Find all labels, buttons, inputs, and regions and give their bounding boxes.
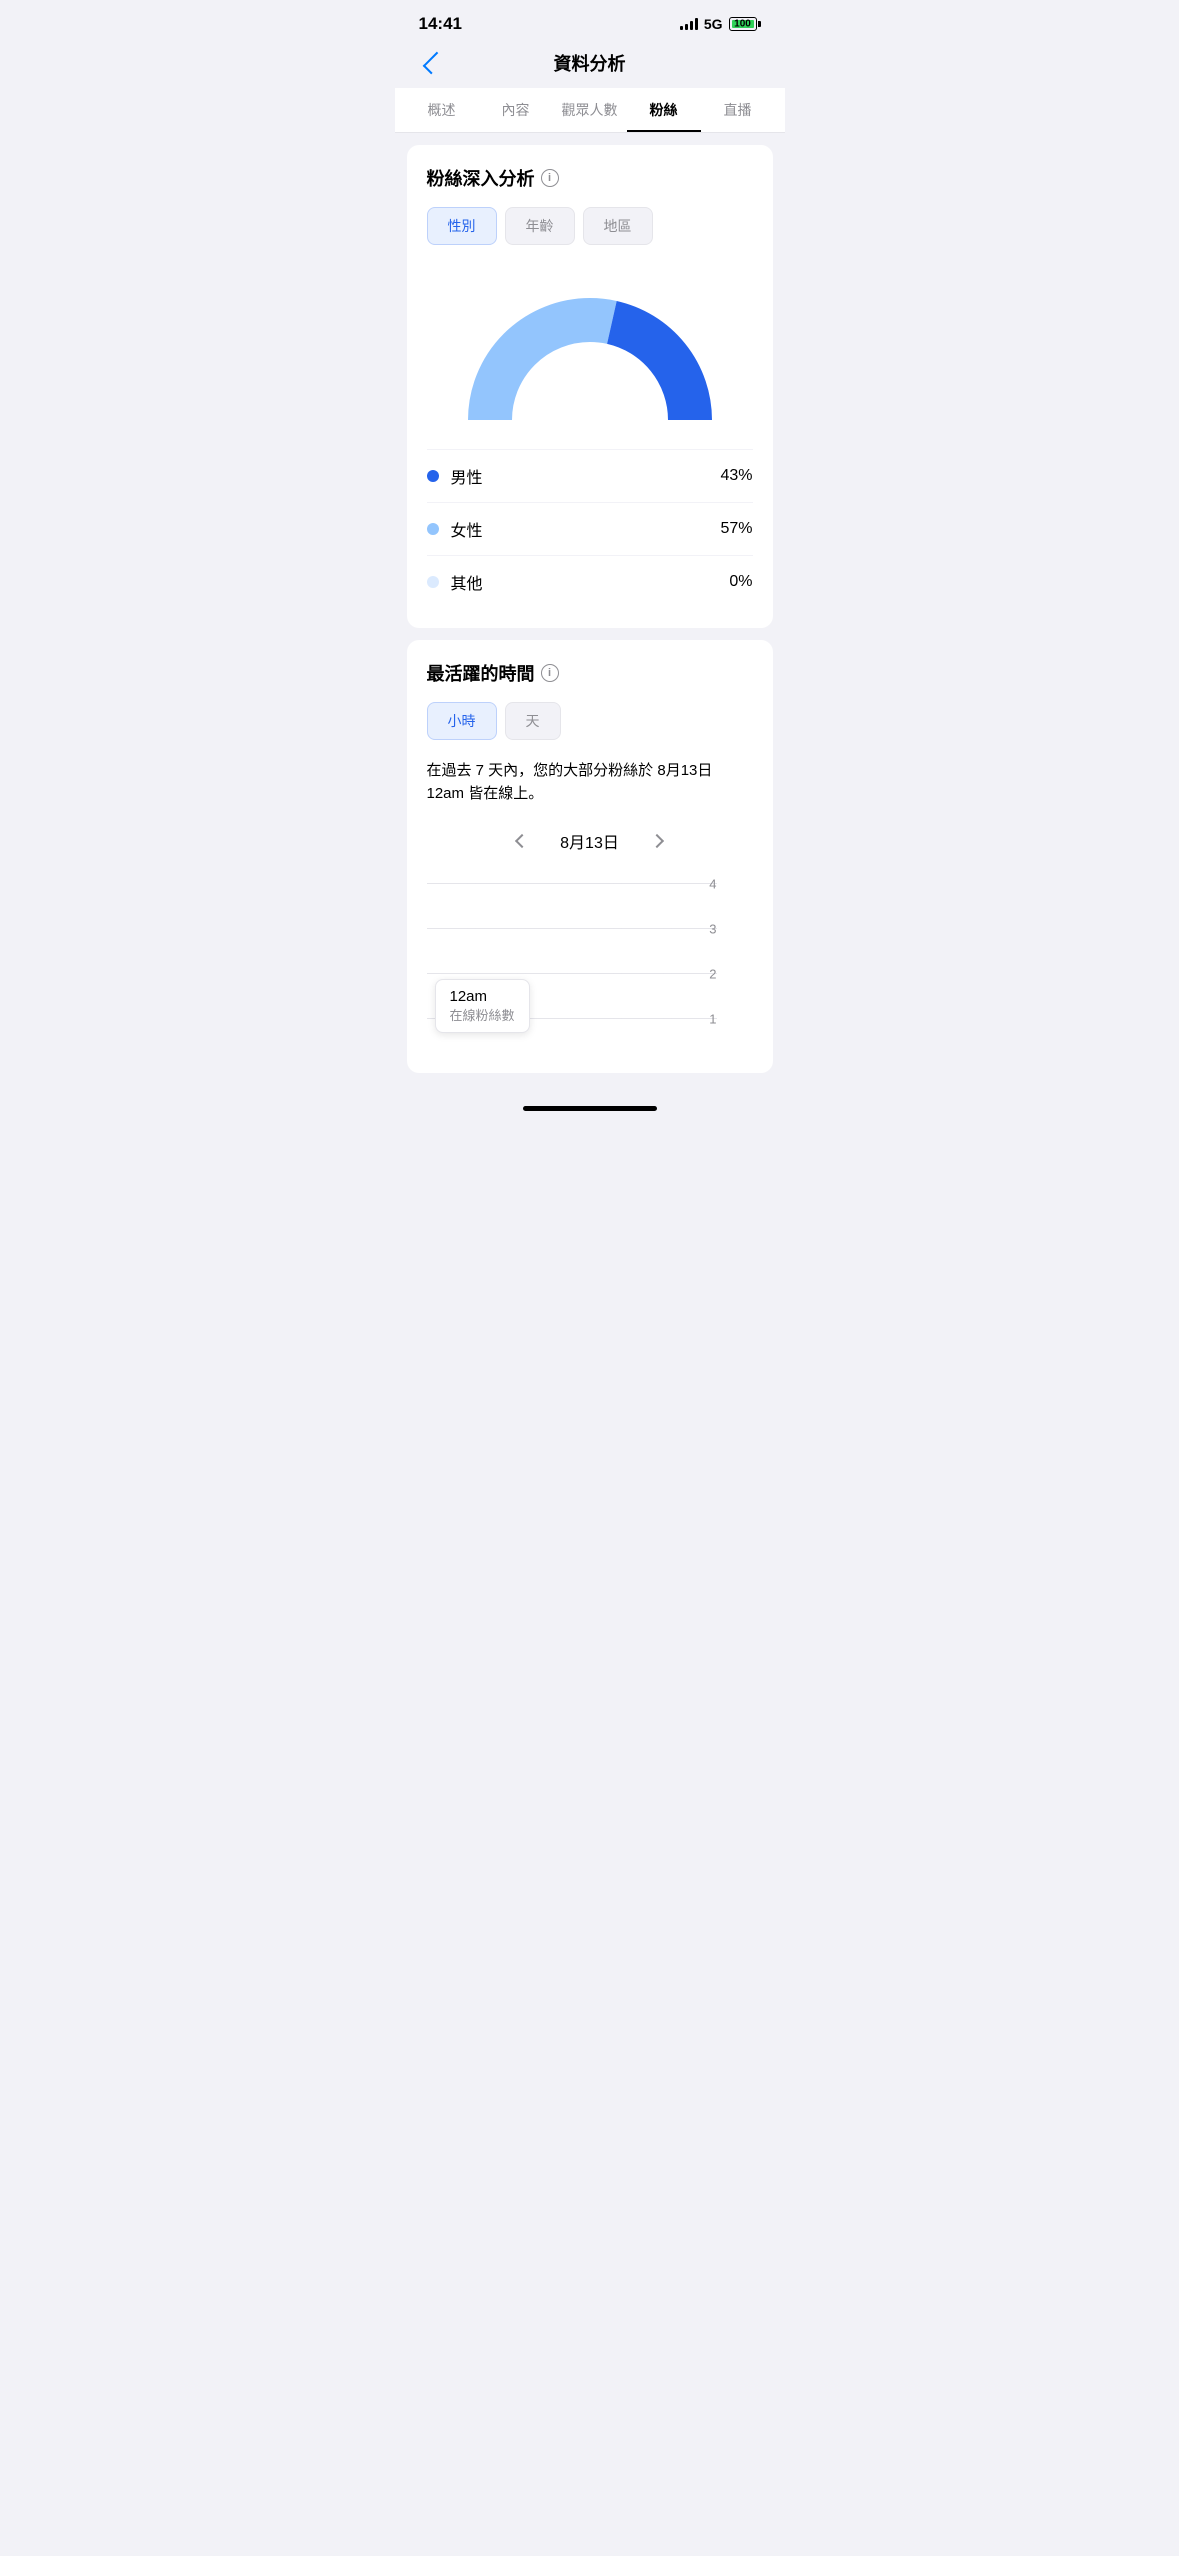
current-date: 8月13日 (560, 829, 619, 853)
male-dot (427, 470, 439, 482)
back-button[interactable] (415, 47, 447, 79)
filter-day[interactable]: 天 (505, 702, 561, 740)
female-label: 女性 (451, 517, 483, 541)
tooltip-time: 12am (450, 988, 515, 1005)
tabs-container: 概述 內容 觀眾人數 粉絲 直播 (395, 88, 785, 133)
signal-icon (680, 18, 698, 30)
activity-chart: 4 3 2 1 12am 在線粉絲數 (427, 873, 753, 1053)
filter-buttons: 性別 年齡 地區 (427, 207, 753, 245)
other-value: 0% (729, 573, 752, 591)
tab-live[interactable]: 直播 (701, 88, 775, 132)
tab-content[interactable]: 內容 (479, 88, 553, 132)
semicircle-svg (450, 265, 730, 425)
tab-audience[interactable]: 觀眾人數 (553, 88, 627, 132)
nav-header: 資料分析 (395, 42, 785, 88)
other-dot (427, 576, 439, 588)
time-filter-buttons: 小時 天 (427, 702, 753, 740)
tab-overview[interactable]: 概述 (405, 88, 479, 132)
filter-hour[interactable]: 小時 (427, 702, 497, 740)
next-date-button[interactable] (643, 825, 675, 857)
tabs: 概述 內容 觀眾人數 粉絲 直播 (395, 88, 785, 132)
female-value: 57% (720, 520, 752, 538)
grid-label-3: 3 (709, 922, 716, 937)
status-time: 14:41 (419, 14, 462, 34)
legend-female: 女性 57% (427, 502, 753, 555)
date-navigator: 8月13日 (427, 825, 753, 857)
active-info-icon[interactable]: i (541, 664, 559, 682)
tab-fans[interactable]: 粉絲 (627, 88, 701, 132)
battery-icon: 100 (729, 17, 761, 31)
grid-line-2: 2 (427, 973, 717, 974)
time-tooltip: 12am 在線粉絲數 (435, 979, 530, 1033)
male-label: 男性 (451, 464, 483, 488)
filter-region[interactable]: 地區 (583, 207, 653, 245)
home-indicator (523, 1106, 657, 1111)
chart-grid: 4 3 2 1 12am 在線粉絲數 (427, 873, 753, 1053)
gender-legend: 男性 43% 女性 57% 其他 0% (427, 449, 753, 608)
page-title: 資料分析 (554, 50, 626, 76)
legend-male: 男性 43% (427, 449, 753, 502)
tooltip-count: 在線粉絲數 (450, 1005, 515, 1024)
active-description: 在過去 7 天內，您的大部分粉絲於 8月13日 12am 皆在線上。 (427, 760, 753, 805)
chevron-right-icon (650, 834, 664, 848)
status-bar: 14:41 5G 100 (395, 0, 785, 42)
filter-gender[interactable]: 性別 (427, 207, 497, 245)
filter-age[interactable]: 年齡 (505, 207, 575, 245)
grid-label-2: 2 (709, 967, 716, 982)
chevron-left-icon (515, 834, 529, 848)
active-time-card: 最活躍的時間 i 小時 天 在過去 7 天內，您的大部分粉絲於 8月13日 12… (407, 640, 773, 1073)
gender-chart (427, 265, 753, 425)
grid-label-4: 4 (709, 877, 716, 892)
grid-line-4: 4 (427, 883, 717, 884)
info-icon[interactable]: i (541, 169, 559, 187)
other-label: 其他 (451, 570, 483, 594)
status-right: 5G 100 (680, 16, 761, 32)
active-time-title: 最活躍的時間 i (427, 660, 753, 686)
bottom-bar (395, 1085, 785, 1119)
fans-analysis-title: 粉絲深入分析 i (427, 165, 753, 191)
grid-label-1: 1 (709, 1012, 716, 1027)
back-chevron-icon (422, 52, 445, 75)
network-type: 5G (704, 16, 723, 32)
male-value: 43% (720, 467, 752, 485)
prev-date-button[interactable] (504, 825, 536, 857)
legend-other: 其他 0% (427, 555, 753, 608)
fans-analysis-card: 粉絲深入分析 i 性別 年齡 地區 男性 (407, 145, 773, 628)
female-dot (427, 523, 439, 535)
grid-line-3: 3 (427, 928, 717, 929)
